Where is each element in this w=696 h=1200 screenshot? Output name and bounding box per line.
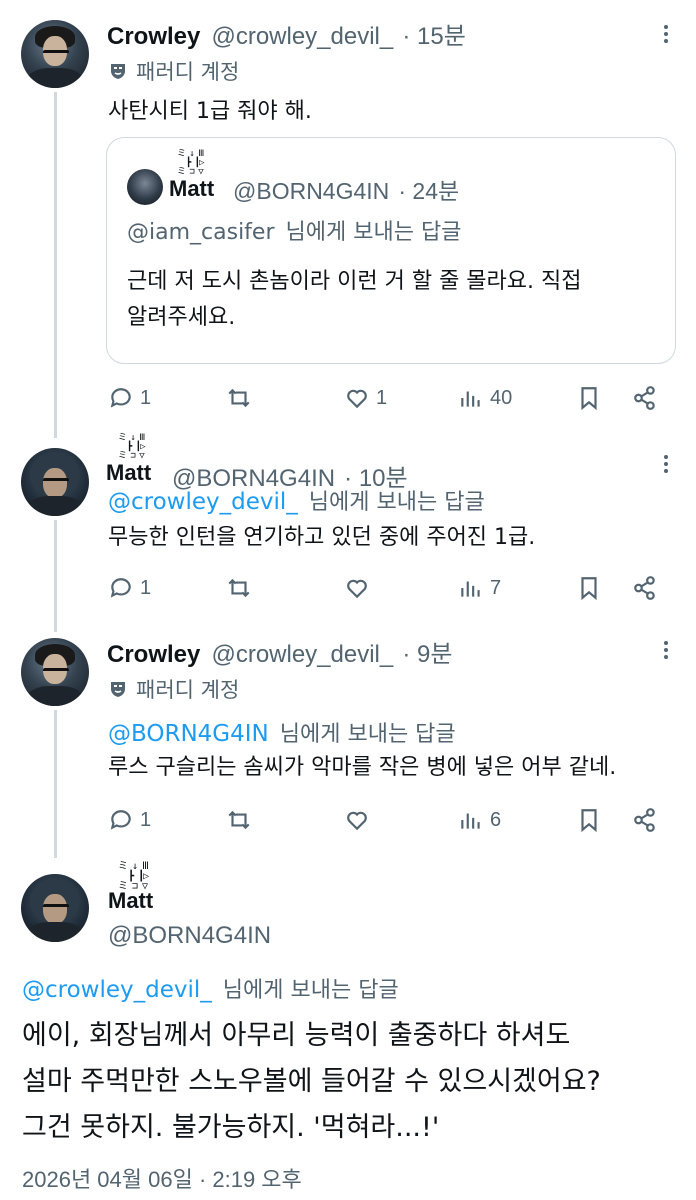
avatar[interactable]	[21, 874, 89, 942]
author-handle[interactable]: @BORN4G4IN	[108, 922, 271, 950]
like-button[interactable]	[344, 802, 376, 838]
reply-icon	[110, 388, 131, 408]
reply-to-handle[interactable]: @iam_casifer	[127, 220, 275, 245]
bookmark-icon	[581, 809, 597, 833]
like-button[interactable]: 1	[344, 380, 387, 416]
reply-to-handle[interactable]: @crowley_devil_	[108, 489, 298, 515]
thread-line	[54, 92, 57, 438]
retweet-button[interactable]	[226, 380, 258, 416]
more-icon[interactable]	[662, 452, 670, 478]
views-button[interactable]: 40	[458, 380, 512, 416]
share-icon	[634, 808, 655, 832]
reply-count: 1	[140, 576, 152, 599]
tweet-matt-2[interactable]: ミ ↓ ⅠⅡ ┣ ┃▷ ミ ⊐ ▽ Matt @BORN4G4IN · 10분 …	[0, 434, 696, 632]
reply-count: 1	[140, 808, 152, 831]
heart-icon	[347, 579, 367, 599]
retweet-icon	[228, 578, 250, 598]
author-name[interactable]: Matt	[108, 888, 153, 914]
reply-button[interactable]: 1	[108, 380, 151, 416]
quote-text-line2: 알려주세요.	[127, 305, 236, 330]
post-time[interactable]: · 15분	[402, 23, 465, 50]
retweet-button[interactable]	[226, 802, 258, 838]
parody-badge: 패러디 계정	[136, 60, 240, 84]
action-bar: 1 6	[108, 802, 668, 838]
views-button[interactable]: 7	[458, 570, 501, 606]
tweet-text: 무능한 인턴을 연기하고 있던 중에 주어진 1급.	[108, 525, 536, 550]
reply-icon	[110, 810, 131, 830]
action-bar: 1 1 40	[108, 380, 668, 416]
tweet-crowley-1[interactable]: Crowley @crowley_devil_ · 15분 패러디 계정 사탄시…	[0, 0, 696, 438]
name-glyph-art: ミ ↓ ⅠⅡ ┣ ┃▷ ミ ⊐ ▽	[177, 149, 204, 177]
retweet-button[interactable]	[226, 570, 258, 606]
views-icon	[461, 391, 480, 407]
retweet-icon	[228, 388, 250, 408]
bookmark-icon	[581, 387, 597, 411]
author-handle[interactable]: @crowley_devil_	[211, 641, 393, 668]
like-count: 1	[376, 386, 388, 409]
timestamp[interactable]: 2026년 04월 06일 · 2:19 오후	[22, 1162, 302, 1194]
avatar[interactable]	[21, 448, 89, 516]
quoted-tweet[interactable]: ミ ↓ ⅠⅡ ┣ ┃▷ ミ ⊐ ▽ Matt @BORN4G4IN · 24분 …	[106, 137, 676, 364]
views-count: 40	[490, 386, 513, 409]
views-count: 6	[490, 808, 502, 831]
views-icon	[461, 581, 480, 597]
quote-author-handle[interactable]: @BORN4G4IN	[233, 178, 389, 204]
mask-icon	[111, 682, 125, 697]
tweet-matt-focused: ミ ↓ ⅠⅡ ┣ ┃▷ ミ ⊐ ▽ Matt @BORN4G4IN @crowl…	[0, 856, 696, 1200]
share-button[interactable]	[632, 380, 658, 416]
tweet-text: 사탄시티 1급 줘야 해.	[108, 99, 312, 124]
author-name[interactable]: Crowley	[107, 23, 200, 50]
share-icon	[634, 576, 655, 600]
reply-count: 1	[140, 386, 152, 409]
reply-button[interactable]: 1	[108, 570, 151, 606]
heart-icon	[347, 811, 367, 831]
mask-icon	[111, 64, 125, 79]
reply-button[interactable]: 1	[108, 802, 151, 838]
quote-text-line1: 근데 저 도시 촌놈이라 이런 거 할 줄 몰라요. 직접	[127, 269, 582, 294]
author-name[interactable]: Matt	[106, 460, 151, 486]
reply-to-suffix: 님에게 보내는 답글	[285, 220, 462, 245]
thread-line	[54, 520, 57, 632]
quote-author-name[interactable]: Matt	[169, 176, 214, 202]
avatar[interactable]	[21, 638, 89, 706]
bookmark-icon	[581, 577, 597, 601]
like-button[interactable]	[344, 570, 376, 606]
quote-post-time[interactable]: · 24분	[398, 178, 459, 204]
share-icon	[634, 386, 655, 410]
parody-badge: 패러디 계정	[136, 678, 240, 702]
reply-to-handle[interactable]: @BORN4G4IN	[108, 721, 269, 747]
author-name[interactable]: Crowley	[107, 641, 200, 668]
thread-line	[54, 710, 57, 858]
bookmark-button[interactable]	[576, 802, 602, 838]
tweet-text-line3: 그건 못하지. 불가능하지. '먹혀라...!'	[22, 1112, 440, 1143]
tweet-text-line2: 설마 주먹만한 스노우볼에 들어갈 수 있으시겠어요?	[22, 1066, 601, 1097]
tweet-text: 루스 구슬리는 솜씨가 악마를 작은 병에 넣은 어부 같네.	[108, 755, 617, 780]
more-icon[interactable]	[662, 22, 670, 48]
bookmark-button[interactable]	[576, 380, 602, 416]
views-count: 7	[490, 576, 502, 599]
reply-to-suffix: 님에게 보내는 답글	[279, 722, 456, 747]
reply-to-handle[interactable]: @crowley_devil_	[22, 977, 212, 1003]
reply-to-suffix: 님에게 보내는 답글	[222, 978, 399, 1003]
bookmark-button[interactable]	[576, 570, 602, 606]
views-icon	[461, 813, 480, 829]
share-button[interactable]	[632, 802, 658, 838]
share-button[interactable]	[632, 570, 658, 606]
author-handle[interactable]: @crowley_devil_	[211, 23, 393, 50]
more-icon[interactable]	[662, 638, 670, 664]
reply-to-suffix: 님에게 보내는 답글	[308, 490, 485, 515]
avatar[interactable]	[21, 20, 89, 88]
tweet-text-line1: 에이, 회장님께서 아무리 능력이 출중하다 하셔도	[22, 1020, 571, 1051]
views-button[interactable]: 6	[458, 802, 501, 838]
post-time[interactable]: · 9분	[402, 641, 452, 668]
heart-icon	[347, 389, 367, 409]
action-bar: 1 7	[108, 570, 668, 606]
retweet-icon	[228, 810, 250, 830]
name-glyph-art: ミ ↓ ⅠⅡ ┣ ┃▷ ミ ⊐ ▽	[118, 433, 145, 461]
tweet-crowley-3[interactable]: Crowley @crowley_devil_ · 9분 패러디 계정 @BOR…	[0, 630, 696, 858]
reply-icon	[110, 578, 131, 598]
avatar	[127, 169, 163, 205]
